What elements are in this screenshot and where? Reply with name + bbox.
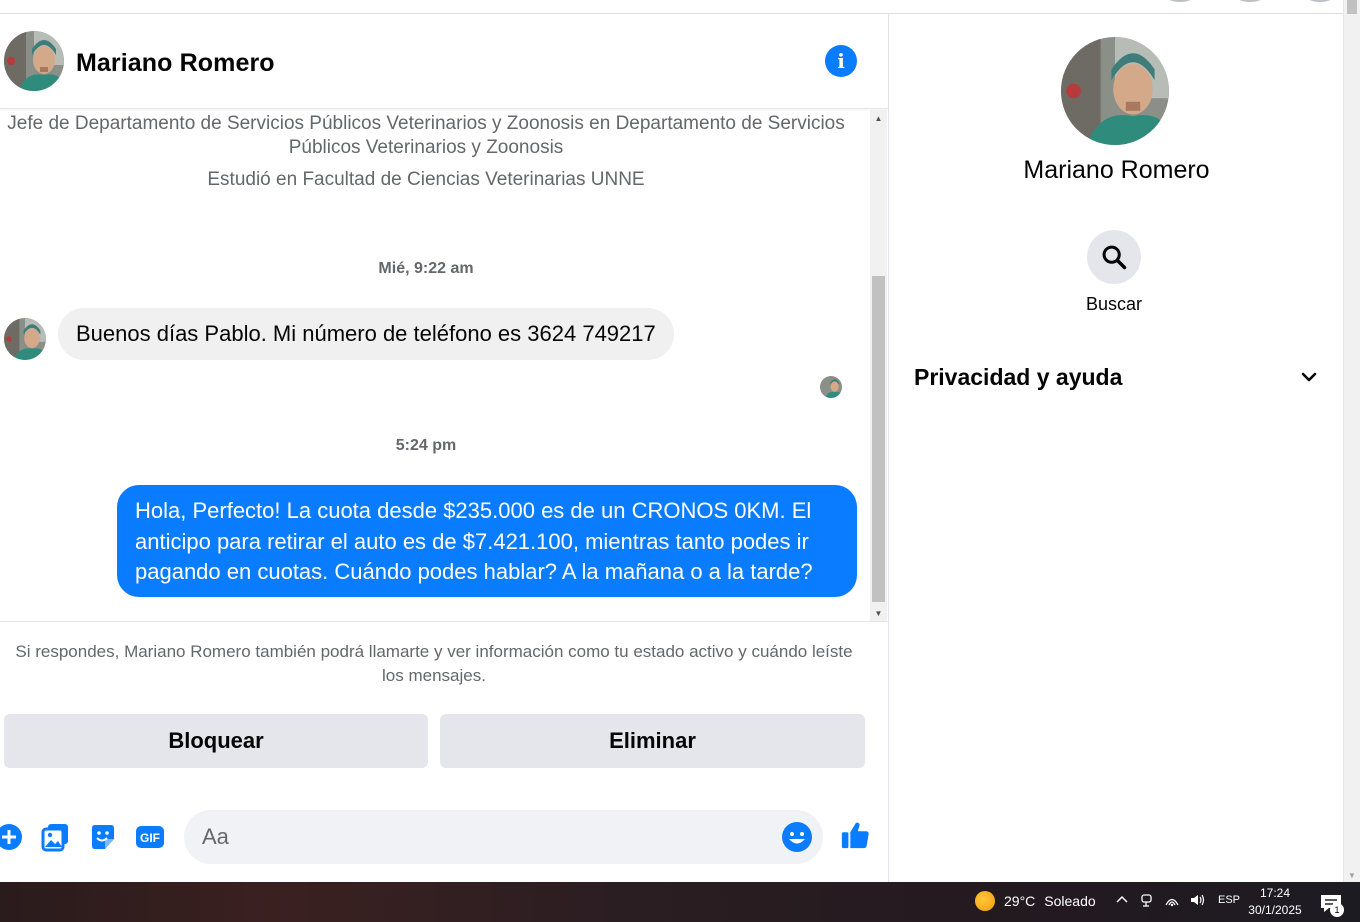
meet-now-icon[interactable]: [1139, 892, 1155, 908]
system-tray: ESP: [1114, 892, 1240, 908]
notification-count-badge: 1: [1330, 903, 1344, 917]
language-indicator[interactable]: ESP: [1218, 894, 1240, 906]
volume-icon[interactable]: [1189, 892, 1205, 908]
clock[interactable]: 17:24 30/1/2025: [1244, 885, 1306, 919]
message-timestamp: 5:24 pm: [395, 437, 457, 454]
svg-text:GIF: GIF: [140, 831, 160, 845]
emoji-icon[interactable]: [781, 821, 813, 853]
wifi-icon[interactable]: [1164, 892, 1180, 908]
search-icon: [1102, 245, 1127, 270]
info-icon[interactable]: i: [825, 45, 857, 77]
divider: [0, 621, 888, 622]
search-button[interactable]: [1087, 230, 1141, 284]
block-button[interactable]: Bloquear: [4, 714, 428, 768]
message-list: Jefe de Departamento de Servicios Públic…: [0, 110, 870, 622]
chat-panel: Mariano Romero i Jefe de Departamento de…: [0, 14, 889, 882]
thumbs-up-icon[interactable]: [838, 818, 872, 852]
avatar[interactable]: [4, 31, 64, 91]
message-scrollbar[interactable]: ▲ ▼: [870, 110, 887, 622]
photo-icon[interactable]: [38, 820, 72, 854]
profile-study: Estudió en Facultad de Ciencias Veterina…: [207, 169, 645, 190]
menu-icon[interactable]: [1167, 0, 1193, 2]
weather-condition: Soleado: [1044, 893, 1096, 909]
messenger-window: Mariano Romero i Jefe de Departamento de…: [0, 0, 1360, 922]
delete-button[interactable]: Eliminar: [440, 714, 865, 768]
weather-widget[interactable]: 29°C Soleado: [975, 891, 1096, 911]
message-timestamp: Mié, 9:22 am: [378, 260, 474, 277]
chat-header: Mariano Romero i: [0, 14, 888, 109]
messenger-icon[interactable]: [1237, 0, 1263, 2]
temperature: 29°C: [1004, 893, 1036, 909]
outgoing-message-bubble[interactable]: Hola, Perfecto! La cuota desde $235.000 …: [117, 485, 857, 597]
profile-name[interactable]: Mariano Romero: [890, 156, 1343, 185]
profile-job: Jefe de Departamento de Servicios Públic…: [7, 113, 845, 158]
chevron-down-icon: [1301, 372, 1317, 382]
scroll-down-icon[interactable]: ▼: [870, 605, 887, 622]
page-scroll-thumb[interactable]: [1347, 0, 1357, 14]
conversation-info-panel: Mariano Romero Buscar Privacidad y ayuda: [890, 14, 1343, 882]
page-scrollbar[interactable]: ▼: [1343, 0, 1360, 882]
search-label: Buscar: [1085, 294, 1143, 314]
notifications-icon[interactable]: [1307, 0, 1333, 2]
plus-circle-icon[interactable]: [0, 820, 26, 854]
contact-name[interactable]: Mariano Romero: [76, 49, 275, 78]
scroll-thumb[interactable]: [872, 276, 885, 602]
reply-notice: Si respondes, Mariano Romero también pod…: [15, 642, 853, 685]
windows-taskbar: 29°C Soleado ESP 17:24 30/1/2025 1: [0, 882, 1360, 922]
sun-icon: [975, 891, 995, 911]
message-input[interactable]: [202, 810, 762, 864]
avatar[interactable]: [4, 318, 46, 360]
message-composer[interactable]: [184, 810, 823, 864]
seen-indicator-avatar: [820, 376, 842, 398]
sticker-icon[interactable]: [86, 820, 120, 854]
chevron-up-icon[interactable]: [1114, 892, 1130, 908]
privacy-help-label: Privacidad y ayuda: [914, 363, 1123, 390]
scroll-up-icon[interactable]: ▲: [870, 110, 887, 127]
scroll-down-icon[interactable]: ▼: [1344, 871, 1360, 880]
clock-date: 30/1/2025: [1248, 903, 1302, 917]
gif-icon[interactable]: GIF: [133, 820, 167, 854]
privacy-help-section[interactable]: Privacidad y ayuda: [914, 359, 1319, 395]
top-bar-icons: [1167, 0, 1333, 2]
avatar[interactable]: [1061, 37, 1169, 145]
top-bar: [0, 0, 1343, 14]
incoming-message-bubble[interactable]: Buenos días Pablo. Mi número de teléfono…: [58, 308, 674, 360]
clock-time: 17:24: [1259, 886, 1291, 900]
